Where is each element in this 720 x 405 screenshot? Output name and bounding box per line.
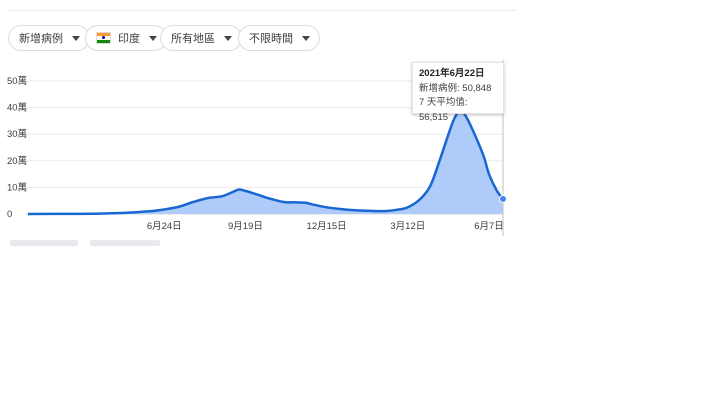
country-filter-label: 印度 — [118, 33, 140, 45]
tooltip-average-value: 56,515 — [419, 111, 449, 123]
x-tick-label: 3月12日 — [390, 221, 425, 232]
y-tick-label: 10萬 — [7, 181, 27, 193]
region-filter-label: 所有地區 — [171, 33, 215, 45]
caret-down-icon — [149, 35, 157, 41]
metric-filter-label: 新增病例 — [19, 33, 63, 45]
legend-placeholder — [10, 240, 78, 246]
y-tick-label: 30萬 — [7, 128, 27, 140]
country-filter-chip[interactable]: 印度 — [85, 25, 167, 51]
x-tick-label: 6月7日 — [474, 221, 504, 232]
y-tick-label: 50萬 — [7, 75, 27, 87]
metric-filter-chip[interactable]: 新增病例 — [8, 25, 90, 51]
tooltip-date: 2021年6月22日 — [419, 68, 485, 79]
y-tick-label: 20萬 — [7, 155, 27, 167]
time-filter-chip[interactable]: 不限時間 — [238, 25, 320, 51]
tooltip-cases-label: 新增病例 — [419, 82, 458, 94]
caret-down-icon — [72, 35, 80, 41]
tooltip-cases-row: 新增病例: 50,848 — [419, 82, 492, 94]
hover-point[interactable] — [499, 194, 507, 203]
tooltip-average-row: 7 天平均值: 56,515 — [419, 97, 468, 123]
tooltip-cases-value: 50,848 — [462, 82, 492, 94]
y-tick-label: 0 — [7, 209, 12, 220]
x-axis-labels: 6月24日 9月19日 12月15日 3月12日 6月7日 — [147, 221, 504, 232]
time-filter-label: 不限時間 — [249, 33, 293, 45]
y-tick-label: 40萬 — [7, 102, 27, 114]
x-tick-label: 9月19日 — [228, 221, 263, 232]
caret-down-icon — [302, 35, 310, 41]
y-axis-labels: 0 10萬 20萬 30萬 40萬 50萬 — [7, 75, 27, 220]
india-flag-icon — [96, 32, 111, 44]
top-divider — [8, 10, 516, 11]
caret-down-icon — [224, 35, 232, 41]
data-tooltip: 2021年6月22日 新增病例: 50,848 7 天平均值: 56,515 — [412, 62, 504, 123]
x-tick-label: 6月24日 — [147, 221, 182, 232]
region-filter-chip[interactable]: 所有地區 — [160, 25, 242, 51]
legend-placeholder — [90, 240, 160, 246]
x-tick-label: 12月15日 — [307, 221, 347, 232]
tooltip-average-label: 7 天平均值 — [419, 97, 465, 108]
